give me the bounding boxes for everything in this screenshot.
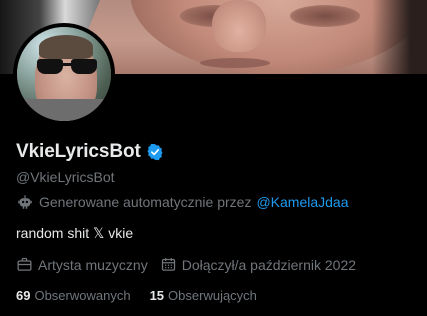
automated-label-text: Generowane automatycznie przez: [39, 194, 252, 210]
followers-link[interactable]: 15 Obserwujących: [150, 288, 257, 303]
banner-nose: [212, 0, 266, 52]
banner-eye-right: [290, 5, 360, 27]
avatar-shirt: [17, 99, 111, 121]
profile-joined: Dołączył/a październik 2022: [160, 256, 356, 273]
followers-count: 15: [149, 288, 165, 303]
calendar-icon: [161, 258, 175, 271]
display-name: VkieLyricsBot: [16, 141, 141, 162]
automated-by-link[interactable]: @KamelaJdaa: [256, 194, 348, 210]
automated-account-label: Generowane automatycznie przez @KamelaJd…: [16, 193, 349, 211]
profile-avatar[interactable]: [13, 23, 115, 125]
banner-right-shade: [372, 0, 427, 74]
joined-text: Dołączył/a październik 2022: [181, 256, 357, 273]
following-label: Obserwowanych: [34, 288, 131, 303]
profile-handle: @VkieLyricsBot: [16, 169, 115, 185]
profile-meta: Artysta muzyczny Dołączył/a październik …: [16, 256, 368, 273]
robot-icon: [18, 195, 32, 209]
profile-bio: random shit 𝕏 vkie: [16, 225, 134, 241]
banner-mouth: [200, 58, 270, 68]
followers-label: Obserwujących: [168, 288, 257, 303]
follow-stats: 69 Obserwowanych 15 Obserwujących: [16, 288, 276, 303]
following-link[interactable]: 69 Obserwowanych: [16, 288, 131, 303]
following-count: 69: [16, 288, 31, 303]
avatar-hair: [39, 35, 93, 59]
profile-name-row: VkieLyricsBot: [16, 141, 164, 163]
sunglasses-icon: [37, 59, 97, 75]
briefcase-icon: [17, 257, 32, 271]
category-text: Artysta muzyczny: [38, 256, 148, 273]
profile-category: Artysta muzyczny: [16, 256, 148, 273]
verified-badge-icon[interactable]: [146, 143, 164, 161]
